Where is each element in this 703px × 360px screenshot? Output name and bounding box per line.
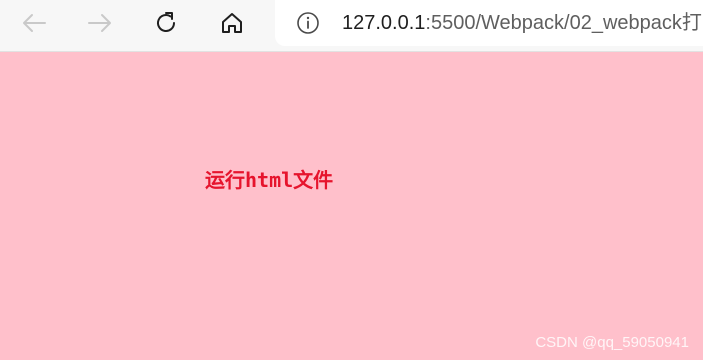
watermark: CSDN @qq_59050941 [535, 334, 689, 351]
refresh-button[interactable] [144, 4, 188, 42]
forward-arrow-icon [88, 14, 111, 32]
forward-button[interactable] [78, 4, 122, 42]
info-icon[interactable] [296, 11, 320, 35]
url-host: 127.0.0.1 [342, 12, 426, 34]
refresh-icon [157, 12, 175, 32]
back-button[interactable] [12, 4, 56, 42]
back-arrow-icon [23, 14, 46, 32]
home-button[interactable] [210, 4, 254, 42]
url-text[interactable]: 127.0.0.1:5500/Webpack/02_webpack打 [342, 10, 702, 36]
url-path: :5500/Webpack/02_webpack打 [425, 12, 702, 34]
page-content-text: 运行html文件 [205, 168, 334, 192]
address-bar[interactable]: 127.0.0.1:5500/Webpack/02_webpack打 [275, 0, 703, 46]
browser-toolbar: 127.0.0.1:5500/Webpack/02_webpack打 [0, 0, 703, 52]
home-icon [222, 13, 242, 33]
browser-window: 127.0.0.1:5500/Webpack/02_webpack打 运行htm… [0, 0, 703, 360]
